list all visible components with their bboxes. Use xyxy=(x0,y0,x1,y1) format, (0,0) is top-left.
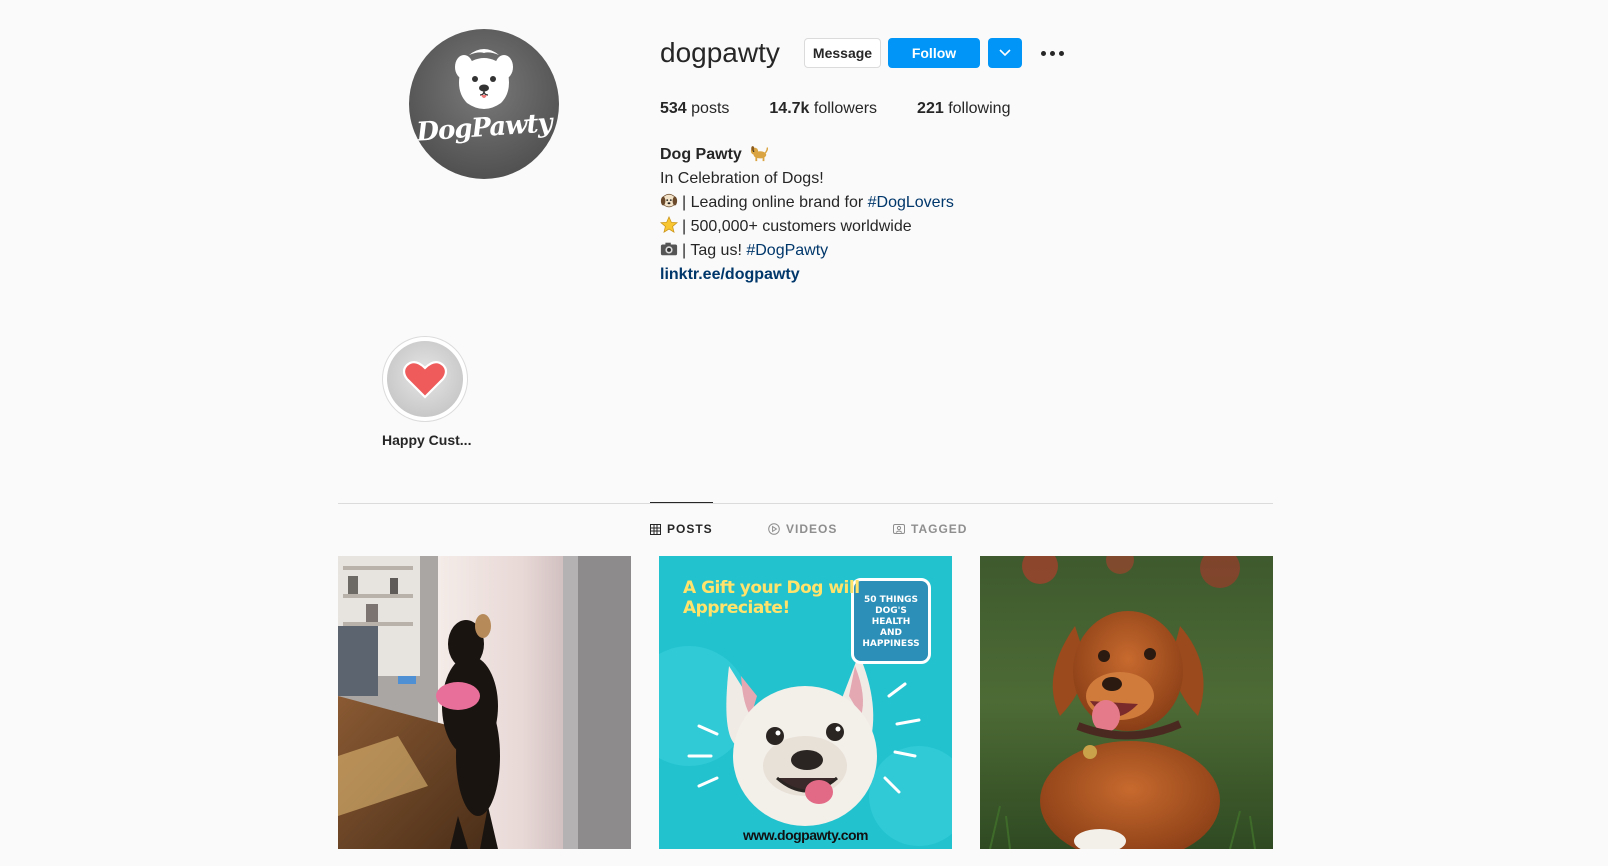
followers-count: 14.7k xyxy=(769,100,810,117)
book-title: 50 THINGS DOG'S HEALTH AND HAPPINESS xyxy=(862,595,920,649)
post-thumbnail[interactable] xyxy=(980,556,1273,849)
tab-posts-label: POSTS xyxy=(667,522,713,536)
bio-line-tag: | Tag us! #DogPawty xyxy=(660,239,954,263)
play-icon xyxy=(768,523,780,535)
book-cover-image: 50 THINGS DOG'S HEALTH AND HAPPINESS xyxy=(851,578,931,664)
bio-tagline: In Celebration of Dogs! xyxy=(660,170,824,187)
dog-emoji-icon xyxy=(751,146,769,162)
grid-icon xyxy=(650,523,661,535)
tag-icon xyxy=(893,523,905,535)
more-dots-icon xyxy=(1058,50,1064,56)
post-headline-line1: A Gift your Dog will xyxy=(683,578,860,598)
posts-stat: 534 posts xyxy=(660,100,729,118)
tab-posts[interactable]: POSTS xyxy=(650,502,713,555)
hashtag-doglovers-link[interactable]: #DogLovers xyxy=(868,194,954,211)
bio-brand-text: | Leading online brand for xyxy=(682,194,868,211)
message-button[interactable]: Message xyxy=(804,38,881,68)
camera-emoji-icon xyxy=(660,242,678,256)
profile-avatar[interactable]: DogPawty xyxy=(409,29,559,179)
highlight-label: Happy Cust... xyxy=(382,432,472,448)
highlight-cover xyxy=(387,341,463,417)
tab-tagged[interactable]: TAGGED xyxy=(893,503,967,555)
tab-videos[interactable]: VIDEOS xyxy=(768,503,837,555)
bio-line-customers: | 500,000+ customers worldwide xyxy=(660,215,954,239)
bio-external-link[interactable]: linktr.ee/dogpawty xyxy=(660,263,954,287)
dog-face-emoji-icon xyxy=(660,193,678,208)
more-dots-icon xyxy=(1049,50,1055,56)
tab-videos-label: VIDEOS xyxy=(786,522,838,536)
followers-stat[interactable]: 14.7k followers xyxy=(769,100,877,118)
highlight-ring xyxy=(382,336,468,422)
post-headline: A Gift your Dog will Appreciate! xyxy=(683,578,860,618)
post-headline-line2: Appreciate! xyxy=(683,598,790,618)
posts-label: posts xyxy=(691,100,730,117)
profile-bio: Dog Pawty In Celebration of Dogs! | Lead… xyxy=(660,143,954,287)
tab-tagged-label: TAGGED xyxy=(911,522,968,536)
suggested-dropdown-button[interactable] xyxy=(988,38,1022,68)
bio-line-brand: | Leading online brand for #DogLovers xyxy=(660,191,954,215)
more-options-button[interactable] xyxy=(1038,42,1066,64)
follow-button[interactable]: Follow xyxy=(888,38,980,68)
post-thumbnail[interactable]: 50 THINGS DOG'S HEALTH AND HAPPINESS A G… xyxy=(659,556,952,849)
bio-name-line: Dog Pawty xyxy=(660,143,954,167)
dog-at-window-image xyxy=(338,556,631,849)
followers-label: followers xyxy=(813,100,878,117)
username: dogpawty xyxy=(660,37,780,68)
story-highlight[interactable]: Happy Cust... xyxy=(382,336,472,448)
posts-count: 534 xyxy=(660,100,687,117)
following-label: following xyxy=(948,100,1011,117)
bio-customers-text: | 500,000+ customers worldwide xyxy=(682,218,912,235)
profile-name: Dog Pawty xyxy=(660,146,742,163)
post-url-text: www.dogpawty.com xyxy=(742,827,869,843)
brown-dog-image xyxy=(980,556,1273,849)
more-dots-icon xyxy=(1040,50,1046,56)
dog-logo-icon xyxy=(455,49,513,109)
post-thumbnail[interactable] xyxy=(338,556,631,849)
following-stat[interactable]: 221 following xyxy=(917,100,1010,118)
chevron-down-icon xyxy=(999,49,1011,57)
hashtag-dogpawty-link[interactable]: #DogPawty xyxy=(746,242,828,259)
heart-icon xyxy=(403,361,447,399)
bio-tag-text: | Tag us! xyxy=(682,242,747,259)
star-emoji-icon xyxy=(660,216,678,233)
following-count: 221 xyxy=(917,100,944,117)
profile-page: DogPawty dogpawty Message Follow 534 pos… xyxy=(0,0,1608,866)
profile-stats: 534 posts 14.7k followers 221 following xyxy=(660,100,1050,118)
